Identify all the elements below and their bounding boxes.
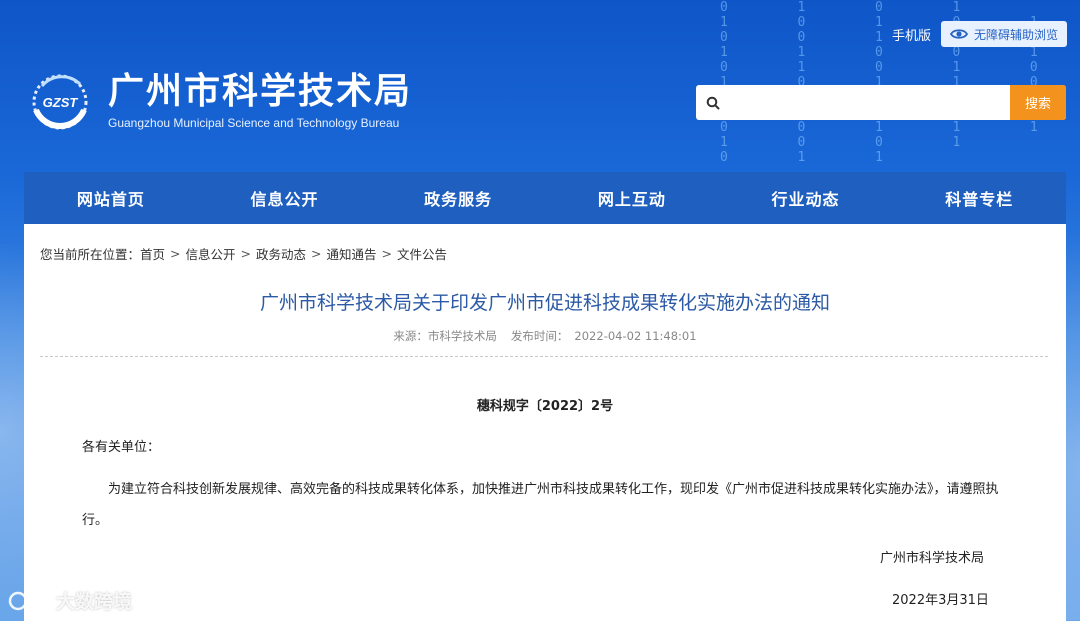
article-title: 广州市科学技术局关于印发广州市促进科技成果转化实施办法的通知 <box>259 292 830 314</box>
publish-time: 2022-04-02 11:48:01 <box>574 329 697 343</box>
watermark-logo-icon <box>8 591 47 610</box>
breadcrumb-item-info-disclosure[interactable]: 信息公开 <box>186 244 236 263</box>
main-nav: 网站首页 信息公开 政务服务 网上互动 行业动态 科普专栏 <box>24 172 1066 224</box>
breadcrumb-separator: > <box>170 246 181 261</box>
accessibility-label: 无障碍辅助浏览 <box>974 27 1059 42</box>
site-name-en: Guangzhou Municipal Science and Technolo… <box>108 116 400 130</box>
content-panel: 您当前所在位置： 首页 > 信息公开 > 政务动态 > 通知通告 > 文件公告 … <box>24 224 1066 621</box>
site-name-cn: 广州市科学技术局 <box>108 71 413 112</box>
nav-item-science-popularization[interactable]: 科普专栏 <box>892 172 1066 224</box>
article-source: 来源：市科学技术局 <box>393 329 497 343</box>
signature-organization: 广州市科学技术局 <box>880 551 985 566</box>
site-logo[interactable]: GZST 广州市科学技术局 Guangzhou Municipal Scienc… <box>22 64 412 138</box>
breadcrumb-separator: > <box>311 246 322 261</box>
search-box: 搜索 <box>696 85 1066 120</box>
publish-time-label: 发布时间： <box>510 329 569 343</box>
gzst-emblem-icon: GZST <box>22 66 98 136</box>
svg-text:GZST: GZST <box>43 95 79 110</box>
signature-date: 2022年3月31日 <box>892 593 989 608</box>
watermark: 大数跨境 <box>8 587 132 614</box>
breadcrumb-item-file-announcements[interactable]: 文件公告 <box>397 244 447 263</box>
breadcrumb-item-home[interactable]: 首页 <box>140 244 165 263</box>
breadcrumb-prefix: 您当前所在位置： <box>40 247 141 262</box>
breadcrumb-separator: > <box>381 246 393 261</box>
breadcrumb-item-gov-news[interactable]: 政务动态 <box>256 244 306 263</box>
mobile-version-link[interactable]: 手机版 <box>892 25 931 44</box>
breadcrumb-separator: > <box>240 246 252 261</box>
breadcrumb-item-notices[interactable]: 通知通告 <box>327 244 377 263</box>
search-button[interactable]: 搜索 <box>1010 85 1066 120</box>
salutation: 各有关单位： <box>82 440 161 455</box>
nav-item-gov-services[interactable]: 政务服务 <box>371 172 545 224</box>
article-meta: 来源：市科学技术局 发布时间： 2022-04-02 11:48:01 <box>24 328 1066 344</box>
top-links: 手机版 无障碍辅助浏览 <box>892 21 1068 47</box>
nav-item-home[interactable]: 网站首页 <box>24 172 198 224</box>
breadcrumb: 您当前所在位置： 首页 > 信息公开 > 政务动态 > 通知通告 > 文件公告 <box>40 244 447 263</box>
divider <box>40 356 1048 357</box>
accessibility-button[interactable]: 无障碍辅助浏览 <box>941 21 1068 47</box>
article-body: 为建立符合科技创新发展规律、高效完备的科技成果转化体系，加快推进广州市科技成果转… <box>82 482 999 528</box>
logo-text: 广州市科学技术局 Guangzhou Municipal Science and… <box>108 71 413 131</box>
eye-icon <box>950 29 969 39</box>
nav-item-industry-news[interactable]: 行业动态 <box>719 172 893 224</box>
search-icon <box>696 85 730 120</box>
document-number: 穗科规字〔2022〕2号 <box>476 399 614 414</box>
watermark-text: 大数跨境 <box>56 591 133 613</box>
search-input[interactable] <box>730 85 1010 120</box>
nav-item-info-disclosure[interactable]: 信息公开 <box>198 172 372 224</box>
nav-item-online-interaction[interactable]: 网上互动 <box>545 172 719 224</box>
